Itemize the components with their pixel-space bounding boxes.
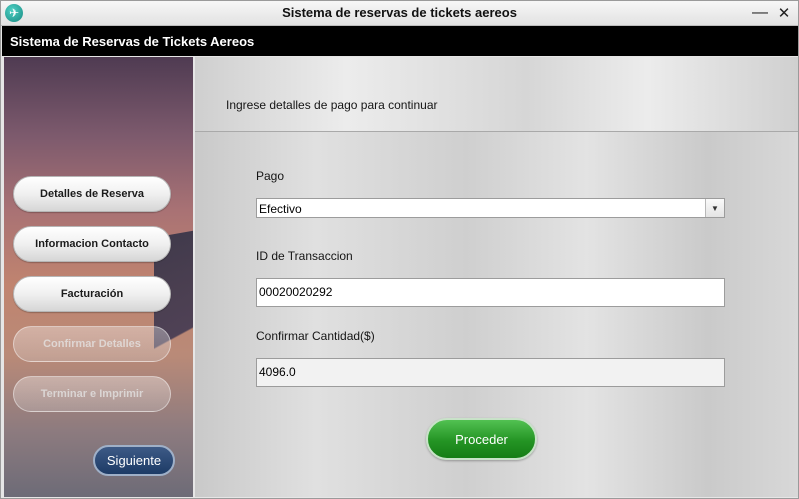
sidebar-item-informacion-contacto[interactable]: Informacion Contacto <box>13 226 171 262</box>
payment-select[interactable]: Efectivo ▼ <box>256 198 725 218</box>
payment-label: Pago <box>256 169 285 183</box>
sidebar-item-terminar-imprimir: Terminar e Imprimir <box>13 376 171 412</box>
next-button[interactable]: Siguiente <box>93 445 175 476</box>
amount-label: Confirmar Cantidad($) <box>256 329 375 343</box>
sidebar: Detalles de Reserva Informacion Contacto… <box>4 57 193 497</box>
sidebar-item-facturacion[interactable]: Facturación <box>13 276 171 312</box>
app-header: Sistema de Reservas de Tickets Aereos <box>2 26 798 56</box>
sidebar-item-detalles-reserva[interactable]: Detalles de Reserva <box>13 176 171 212</box>
page-subtitle: Ingrese detalles de pago para continuar <box>226 98 438 112</box>
sidebar-item-confirmar-detalles: Confirmar Detalles <box>13 326 171 362</box>
app-window: ✈ Sistema de reservas de tickets aereos … <box>0 0 799 499</box>
app-header-title: Sistema de Reservas de Tickets Aereos <box>10 34 255 49</box>
payment-selected-value: Efectivo <box>259 202 302 216</box>
proceed-button[interactable]: Proceder <box>426 418 537 460</box>
window-title: Sistema de reservas de tickets aereos <box>282 5 517 20</box>
main-header: Ingrese detalles de pago para continuar <box>195 57 798 132</box>
amount-field[interactable]: 4096.0 <box>256 358 725 387</box>
transaction-id-field[interactable]: 00020020292 <box>256 278 725 307</box>
minimize-button[interactable]: — <box>749 2 771 24</box>
transaction-id-label: ID de Transaccion <box>256 249 353 263</box>
close-button[interactable]: ✕ <box>773 2 795 24</box>
title-bar[interactable]: ✈ Sistema de reservas de tickets aereos … <box>1 1 798 26</box>
main-panel: Ingrese detalles de pago para continuar … <box>195 57 798 497</box>
chevron-down-icon[interactable]: ▼ <box>705 199 724 217</box>
